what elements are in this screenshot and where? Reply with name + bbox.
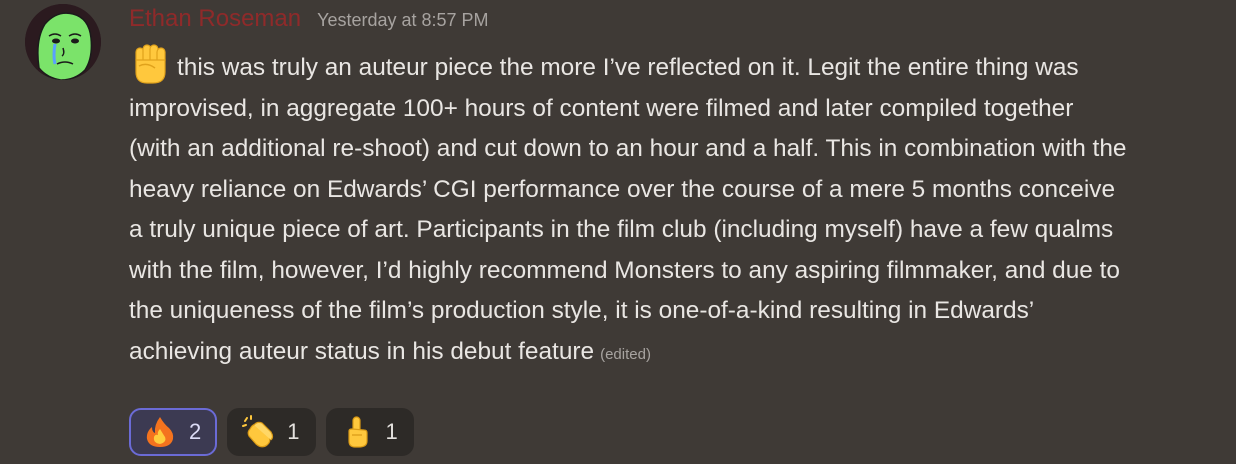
message-header: Ethan Roseman Yesterday at 8:57 PM (129, 5, 489, 39)
raised-fist-icon (129, 42, 173, 86)
reaction-clapping-hands[interactable]: 1 (227, 408, 316, 456)
message-text: this was truly an auteur piece the more … (129, 54, 1127, 365)
wojak-avatar-icon (25, 4, 101, 80)
reaction-count: 1 (385, 419, 398, 444)
username[interactable]: Ethan Roseman (129, 5, 301, 33)
reactions-bar: 2 1 1 (129, 408, 414, 456)
reaction-fire[interactable]: 2 (129, 408, 218, 456)
timestamp[interactable]: Yesterday at 8:57 PM (317, 10, 488, 31)
index-pointing-up-icon (340, 415, 374, 449)
clapping-hands-icon (241, 415, 275, 449)
message-content: this was truly an auteur piece the more … (129, 42, 1129, 375)
reaction-index-pointing-up[interactable]: 1 (325, 408, 414, 456)
edited-label: (edited) (600, 345, 651, 363)
avatar[interactable] (25, 4, 101, 80)
chat-message: Ethan Roseman Yesterday at 8:57 PM this … (0, 0, 1236, 464)
reaction-count: 1 (287, 419, 300, 444)
fire-icon (143, 415, 177, 449)
reaction-count: 2 (189, 419, 202, 444)
